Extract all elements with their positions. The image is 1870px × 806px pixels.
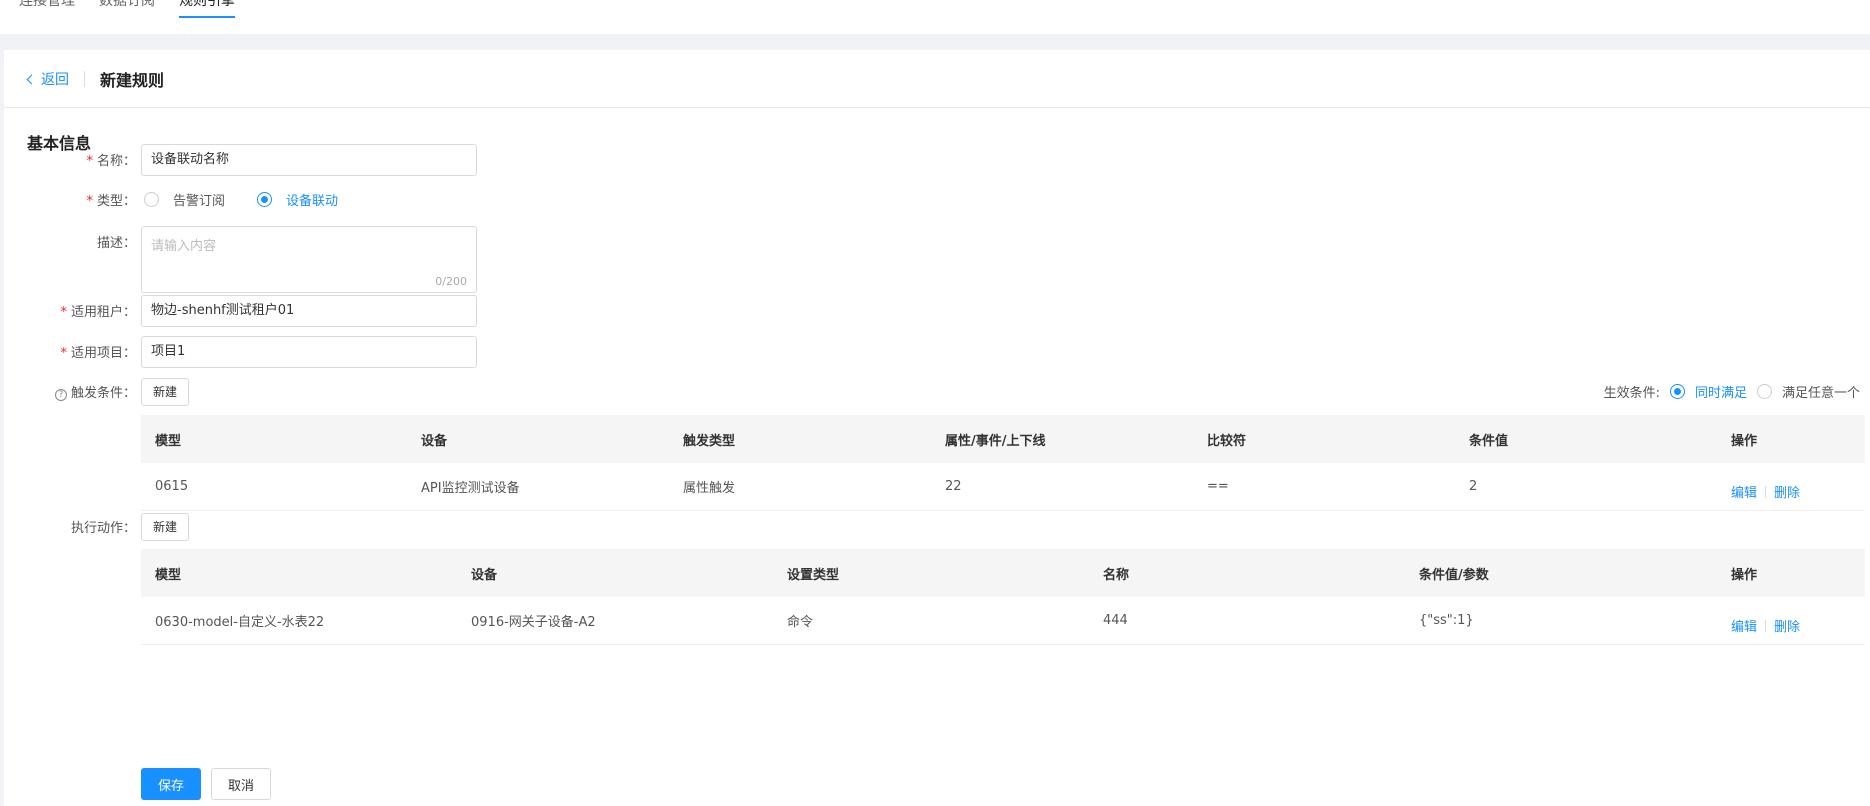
delete-trigger-link[interactable]: 删除 — [1774, 482, 1800, 501]
save-button[interactable]: 保存 — [141, 768, 201, 800]
top-nav: 连接管理 数据订阅 规则引擎 — [0, 0, 1870, 34]
cell-operations: 编辑 删除 — [1717, 606, 1865, 635]
type-label: * 类型： — [86, 194, 136, 209]
tab-connection-management[interactable]: 连接管理 — [19, 0, 75, 18]
trigger-table-header: 模型 设备 触发类型 属性/事件/上下线 比较符 条件值 操作 — [141, 415, 1865, 463]
type-radio-alarm-subscription[interactable]: 告警订阅 — [144, 190, 225, 209]
rule-form-card: 返回 新建规则 基本信息 * 名称： 设备联动名称 * 类型： 告警订阅 设备联动 … — [4, 50, 1870, 806]
cell-name: 444 — [1103, 613, 1128, 628]
cell-value: 2 — [1469, 479, 1478, 494]
column-header: 条件值/参数 — [1419, 567, 1489, 583]
column-header: 触发类型 — [683, 433, 736, 449]
column-header: 名称 — [1103, 567, 1130, 583]
action-label: 执行动作： — [70, 521, 136, 536]
tenant-label: * 适用租户： — [60, 305, 136, 320]
effect-condition: 生效条件: 同时满足 满足任意一个 — [1604, 382, 1860, 401]
description-char-count: 0/200 — [435, 275, 467, 288]
cell-trigger-type: 属性触发 — [683, 481, 736, 496]
trigger-table: 模型 设备 触发类型 属性/事件/上下线 比较符 条件值 操作 0615 API… — [141, 415, 1865, 511]
effect-radio-all[interactable]: 同时满足 — [1669, 382, 1747, 401]
cancel-button[interactable]: 取消 — [211, 768, 271, 800]
section-title-basic-info: 基本信息 — [27, 134, 92, 153]
table-row: 0615 API监控测试设备 属性触发 22 == 2 编辑 删除 — [141, 463, 1865, 511]
column-header: 属性/事件/上下线 — [945, 433, 1046, 449]
column-header: 比较符 — [1207, 433, 1247, 449]
project-select[interactable]: 项目1 — [141, 336, 477, 368]
column-header: 设备 — [421, 433, 448, 449]
type-radio-device-linkage[interactable]: 设备联动 — [257, 190, 338, 209]
cell-param: {"ss":1} — [1419, 613, 1474, 628]
name-label: * 名称： — [86, 154, 136, 169]
column-header: 设置类型 — [787, 567, 840, 583]
column-header: 条件值 — [1469, 433, 1509, 449]
action-table-header: 模型 设备 设置类型 名称 条件值/参数 操作 — [141, 549, 1865, 597]
cell-model: 0630-model-自定义-水表22 — [155, 615, 325, 630]
column-header: 操作 — [1731, 567, 1758, 583]
edit-trigger-link[interactable]: 编辑 — [1731, 482, 1757, 501]
column-header: 模型 — [155, 433, 182, 449]
add-action-button[interactable]: 新建 — [141, 513, 189, 541]
trigger-label: ? 触发条件： — [54, 382, 136, 401]
project-label: * 适用项目： — [60, 346, 136, 361]
add-trigger-button[interactable]: 新建 — [141, 378, 189, 406]
description-placeholder: 请输入内容 — [151, 239, 217, 254]
question-circle-icon[interactable]: ? — [54, 389, 67, 401]
chevron-left-icon — [26, 74, 37, 84]
page-header: 返回 新建规则 — [4, 50, 1870, 108]
column-header: 设备 — [471, 567, 498, 583]
cell-set-type: 命令 — [787, 615, 814, 630]
column-header: 操作 — [1731, 433, 1758, 449]
delete-action-link[interactable]: 删除 — [1774, 616, 1800, 635]
cell-device: API监控测试设备 — [421, 481, 520, 496]
type-radio-group: 告警订阅 设备联动 — [144, 190, 370, 209]
table-row: 0630-model-自定义-水表22 0916-网关子设备-A2 命令 444… — [141, 597, 1865, 645]
column-header: 模型 — [155, 567, 182, 583]
page-title: 新建规则 — [100, 70, 165, 90]
effect-radio-any[interactable]: 满足任意一个 — [1756, 382, 1860, 401]
name-input[interactable]: 设备联动名称 — [141, 144, 477, 176]
cell-operator: == — [1207, 479, 1229, 494]
cell-operations: 编辑 删除 — [1717, 472, 1865, 501]
cell-attribute: 22 — [945, 479, 962, 494]
action-table: 模型 设备 设置类型 名称 条件值/参数 操作 0630-model-自定义-水… — [141, 549, 1865, 645]
cell-model: 0615 — [155, 479, 189, 494]
description-label: 描述： — [96, 236, 136, 251]
tenant-select[interactable]: 物边-shenhf测试租户01 — [141, 295, 477, 327]
description-textarea[interactable]: 请输入内容 0/200 — [141, 226, 477, 293]
tab-data-subscription[interactable]: 数据订阅 — [99, 0, 155, 18]
header-divider — [84, 70, 85, 87]
effect-condition-label: 生效条件: — [1603, 386, 1660, 401]
edit-action-link[interactable]: 编辑 — [1731, 616, 1757, 635]
back-button[interactable]: 返回 — [26, 69, 69, 89]
cell-device: 0916-网关子设备-A2 — [471, 615, 596, 630]
back-label: 返回 — [41, 71, 69, 88]
tab-rule-engine[interactable]: 规则引擎 — [179, 0, 235, 18]
